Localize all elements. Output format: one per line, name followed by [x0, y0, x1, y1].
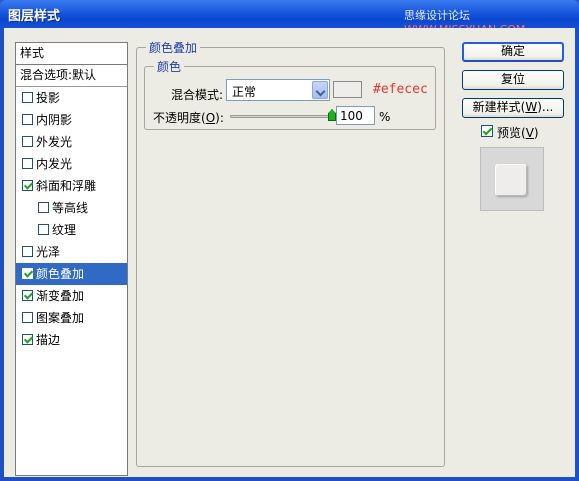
effect-item[interactable]: 纹理	[16, 219, 127, 241]
effect-label: 内发光	[36, 157, 73, 171]
effect-checkbox[interactable]	[22, 136, 33, 147]
effect-label: 外发光	[36, 135, 73, 149]
effect-checkbox[interactable]	[22, 312, 33, 323]
effect-checkbox[interactable]	[22, 246, 33, 257]
effects-list: 投影内阴影外发光内发光斜面和浮雕等高线纹理光泽颜色叠加渐变叠加图案叠加描边	[16, 87, 127, 351]
effect-checkbox[interactable]	[22, 158, 33, 169]
blend-options-item[interactable]: 混合选项:默认	[16, 65, 127, 87]
effect-item[interactable]: 斜面和浮雕	[16, 175, 127, 197]
preview-label-key: V	[525, 126, 534, 140]
overlay-color-swatch[interactable]	[333, 81, 362, 98]
effect-checkbox[interactable]	[22, 92, 33, 103]
preview-label-post: )	[533, 126, 539, 140]
opacity-unit: %	[379, 110, 391, 124]
effect-item[interactable]: 内发光	[16, 153, 127, 175]
dialog-body: 样式 混合选项:默认 投影 内阴影 外发光 内发光 斜面和浮雕 等高线 纹理 光泽 颜色叠加 渐变…	[4, 28, 575, 477]
opacity-slider-track[interactable]	[230, 115, 332, 118]
reset-button[interactable]: 复位	[462, 70, 564, 90]
effect-label: 颜色叠加	[36, 267, 85, 281]
preview-check-icon[interactable]	[481, 125, 493, 137]
color-overlay-title: 颜色叠加	[146, 39, 201, 56]
blend-mode-value: 正常	[232, 85, 257, 99]
opacity-label-post: ):	[215, 111, 224, 125]
preview-label-pre: 预览(	[497, 126, 526, 140]
effect-label: 光泽	[36, 245, 61, 259]
effect-checkbox[interactable]	[22, 114, 33, 125]
effect-label: 渐变叠加	[36, 289, 85, 303]
effect-checkbox[interactable]	[22, 268, 33, 279]
effect-checkbox[interactable]	[38, 202, 49, 213]
effect-item[interactable]: 等高线	[16, 197, 127, 219]
new-style-button[interactable]: 新建样式(W)...	[462, 98, 564, 118]
blend-mode-select[interactable]: 正常	[226, 79, 330, 101]
new-style-post: )...	[537, 100, 554, 114]
effect-label: 图案叠加	[36, 311, 85, 325]
layer-style-dialog: 图层样式 思缘设计论坛 WWW.MISSYUAN.COM 样式 混合选项:默认 …	[0, 0, 579, 481]
effect-item[interactable]: 渐变叠加	[16, 285, 127, 307]
effect-label: 内阴影	[36, 113, 73, 127]
effect-checkbox[interactable]	[22, 180, 33, 191]
effect-item[interactable]: 光泽	[16, 241, 127, 263]
color-subgroup-title: 颜色	[154, 58, 185, 75]
opacity-label-pre: 不透明度(	[153, 111, 206, 125]
effect-label: 斜面和浮雕	[36, 179, 97, 193]
effect-item[interactable]: 内阴影	[16, 109, 127, 131]
effect-item[interactable]: 外发光	[16, 131, 127, 153]
effect-item[interactable]: 图案叠加	[16, 307, 127, 329]
opacity-label: 不透明度(O):	[153, 109, 224, 126]
new-style-pre: 新建样式(	[472, 100, 526, 114]
effect-label: 投影	[36, 91, 61, 105]
color-hex-annotation: #efecec	[373, 82, 428, 97]
blend-mode-label: 混合模式:	[171, 88, 224, 102]
window-title: 图层样式	[8, 9, 61, 24]
preview-label: 预览(V)	[497, 124, 539, 141]
effect-item[interactable]: 颜色叠加	[16, 263, 127, 285]
styles-header[interactable]: 样式	[16, 43, 127, 65]
opacity-slider-fill	[231, 116, 331, 117]
ok-button[interactable]: 确定	[462, 42, 564, 62]
effect-checkbox[interactable]	[22, 334, 33, 345]
opacity-label-key: O	[205, 111, 216, 125]
effect-label: 纹理	[52, 223, 77, 237]
effect-checkbox[interactable]	[22, 290, 33, 301]
effect-item[interactable]: 描边	[16, 329, 127, 351]
effect-checkbox[interactable]	[38, 224, 49, 235]
effect-label: 等高线	[52, 201, 89, 215]
effect-label: 描边	[36, 333, 61, 347]
preview-button-sample	[495, 164, 527, 196]
styles-list: 样式 混合选项:默认 投影内阴影外发光内发光斜面和浮雕等高线纹理光泽颜色叠加渐变…	[15, 42, 128, 476]
new-style-key: W	[525, 100, 538, 114]
title-bar[interactable]: 图层样式 思缘设计论坛 WWW.MISSYUAN.COM	[0, 0, 579, 36]
chevron-down-icon[interactable]	[312, 81, 328, 99]
effect-item[interactable]: 投影	[16, 87, 127, 109]
preview-thumbnail	[480, 147, 544, 211]
opacity-input[interactable]	[336, 106, 375, 125]
watermark-text: 思缘设计论坛	[404, 9, 470, 22]
